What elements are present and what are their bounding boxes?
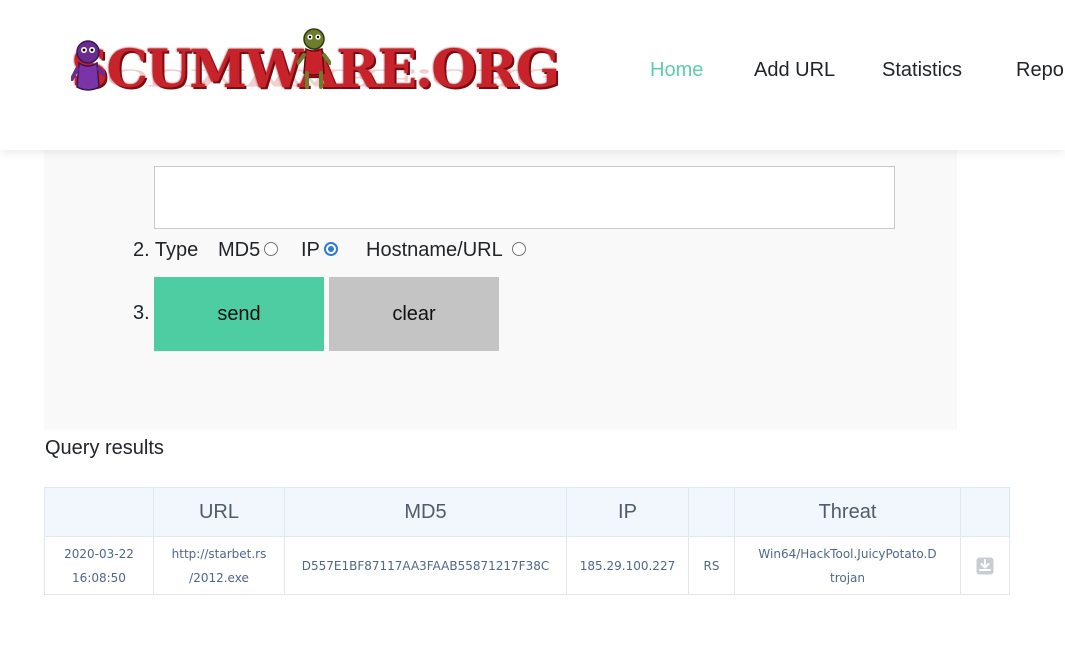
cell-country: RS: [688, 536, 735, 595]
query-input[interactable]: [154, 166, 895, 229]
cell-url[interactable]: http://starbet.rs /2012.exe: [153, 536, 285, 595]
site-header: SCUMWARE.ORG SCUMWARE.ORG Home Add URL S…: [0, 0, 1065, 150]
download-icon[interactable]: [976, 557, 994, 575]
clear-button[interactable]: clear: [329, 277, 499, 351]
column-header-md5: MD5: [284, 487, 567, 537]
cell-action: [960, 536, 1010, 595]
table-header-row: URL MD5 IP Threat: [44, 487, 1010, 537]
send-button[interactable]: send: [154, 277, 324, 351]
results-title: Query results: [45, 437, 164, 459]
column-header-threat: Threat: [734, 487, 961, 537]
column-header-date: [44, 487, 154, 537]
cell-date-value: 2020-03-22: [64, 546, 134, 561]
cell-date: 2020-03-22 16:08:50: [44, 536, 154, 595]
type-step-label: 2. Type: [133, 239, 199, 261]
cell-threat: Win64/HackTool.JuicyPotato.D trojan: [734, 536, 961, 595]
nav-item-statistics[interactable]: Statistics: [882, 59, 962, 82]
cell-ip: 185.29.100.227: [566, 536, 689, 595]
action-step-label: 3.: [133, 302, 150, 324]
nav-item-home[interactable]: Home: [650, 59, 703, 82]
type-hostname-label[interactable]: Hostname/URL: [366, 239, 503, 262]
results-table: URL MD5 IP Threat 2020-03-22 16:08:50 ht…: [44, 487, 1010, 595]
cell-threat-name: Win64/HackTool.JuicyPotato.D: [758, 546, 937, 561]
nav-item-add-url[interactable]: Add URL: [754, 59, 835, 82]
cell-md5: D557E1BF87117AA3FAAB55871217F38C: [284, 536, 567, 595]
nav-item-reports[interactable]: Repor: [1016, 59, 1065, 82]
column-header-url: URL: [153, 487, 285, 537]
cell-url-part2[interactable]: /2012.exe: [189, 571, 249, 585]
cell-url-part1[interactable]: http://starbet.rs: [172, 547, 267, 561]
cell-threat-type: trojan: [829, 570, 865, 585]
type-md5-radio[interactable]: [264, 242, 278, 256]
type-hostname-radio[interactable]: [512, 242, 526, 256]
type-ip-label[interactable]: IP: [301, 239, 320, 262]
main-nav: Home Add URL Statistics Repor: [0, 59, 1065, 89]
type-md5-label[interactable]: MD5: [218, 239, 260, 262]
column-header-action: [960, 487, 1010, 537]
column-header-country: [688, 487, 735, 537]
type-ip-radio[interactable]: [324, 242, 338, 256]
table-row: 2020-03-22 16:08:50 http://starbet.rs /2…: [44, 536, 1010, 595]
cell-time-value: 16:08:50: [72, 570, 126, 585]
column-header-ip: IP: [566, 487, 689, 537]
